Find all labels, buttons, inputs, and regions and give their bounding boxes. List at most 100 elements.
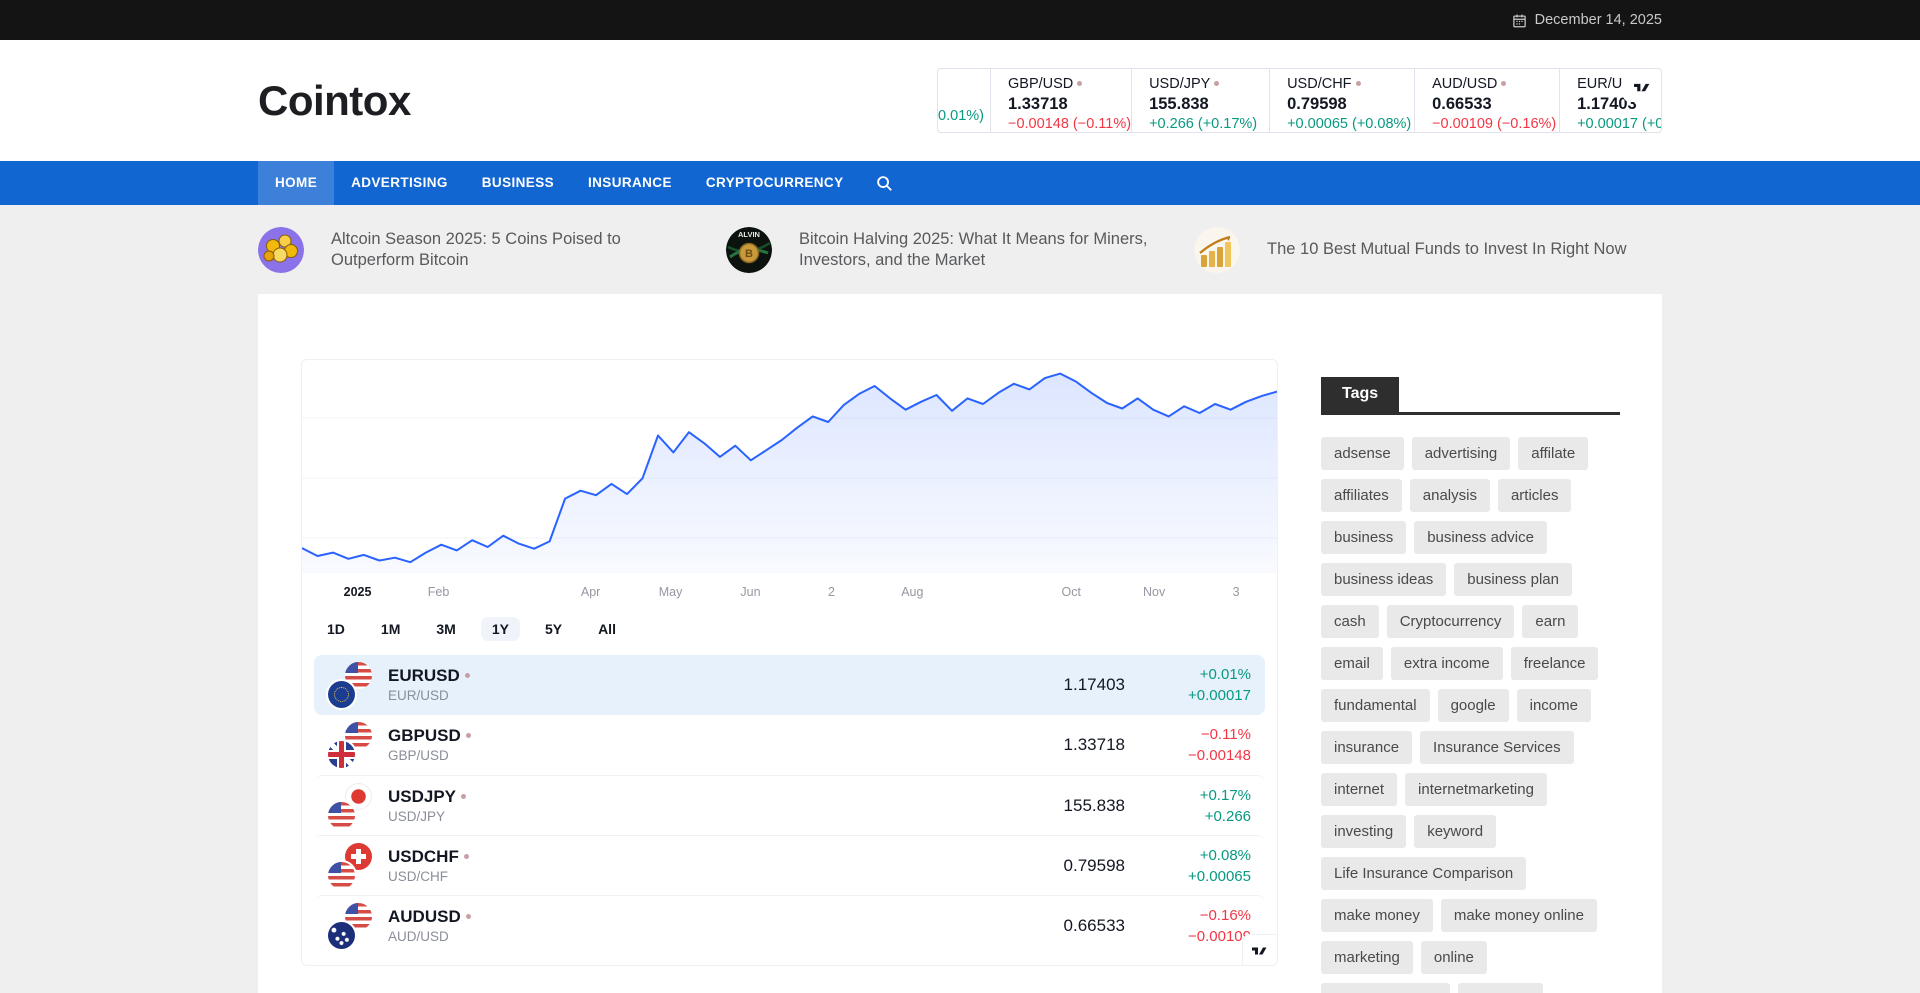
range-button-1d[interactable]: 1D xyxy=(316,617,356,641)
nav-item-business[interactable]: BUSINESS xyxy=(465,161,571,205)
nav-item-cryptocurrency[interactable]: CRYPTOCURRENCY xyxy=(689,161,861,205)
svg-text:B: B xyxy=(745,248,753,260)
tag-pill[interactable]: investing xyxy=(1321,815,1406,848)
ticker-item-audusd[interactable]: AUD/USD 0.66533 −0.00109 (−0.16%) xyxy=(1415,69,1560,132)
tag-pill[interactable]: business ideas xyxy=(1321,563,1446,596)
eur-usd-flags-icon xyxy=(328,662,374,708)
search-icon[interactable] xyxy=(860,161,909,205)
range-button-5y[interactable]: 5Y xyxy=(534,617,573,641)
tag-pill[interactable]: freelance xyxy=(1511,647,1599,680)
tag-pill[interactable]: internetmarketing xyxy=(1405,773,1547,806)
ticker-value: 155.838 xyxy=(1149,94,1269,115)
range-button-1m[interactable]: 1M xyxy=(370,617,411,641)
market-status-dot xyxy=(465,673,470,678)
site-logo[interactable]: Cointox xyxy=(258,77,411,125)
range-button-all[interactable]: All xyxy=(587,617,627,641)
altcoins-thumb xyxy=(258,227,304,273)
x-axis-label: Aug xyxy=(901,585,923,599)
tag-pill[interactable]: income xyxy=(1517,689,1591,722)
pair-row-eurusd[interactable]: EURUSD EUR/USD 1.17403 +0.01%+0.00017 xyxy=(314,655,1265,715)
tag-pill[interactable]: business xyxy=(1321,521,1406,554)
market-status-dot xyxy=(1501,81,1506,86)
range-button-3m[interactable]: 3M xyxy=(425,617,466,641)
tag-pill[interactable]: internet xyxy=(1321,773,1397,806)
x-axis: 2025FebAprMayJun2AugOctNov3 xyxy=(302,581,1277,607)
tag-pill[interactable]: marketing xyxy=(1321,941,1413,974)
tag-pill[interactable]: fundamental xyxy=(1321,689,1430,722)
market-status-dot xyxy=(1214,81,1219,86)
main-card: 2025FebAprMayJun2AugOctNov3 1D 1M 3M 1Y … xyxy=(258,294,1662,993)
nav-item-home[interactable]: HOME xyxy=(258,161,334,205)
tag-pill[interactable]: part time xyxy=(1458,983,1542,993)
tag-pill[interactable]: keyword xyxy=(1414,815,1496,848)
usd-chf-flags-icon xyxy=(328,843,374,889)
news-ticker-item[interactable]: The 10 Best Mutual Funds to Invest In Ri… xyxy=(1194,227,1662,273)
pair-value: 0.79598 xyxy=(975,856,1125,876)
tag-pill[interactable]: Cryptocurrency xyxy=(1387,605,1515,638)
ticker-item-gbpusd[interactable]: GBP/USD 1.33718 −0.00148 (−0.11%) xyxy=(991,69,1132,132)
tags-cloud: adsenseadvertisingaffilate affiliatesanal… xyxy=(1321,437,1620,993)
news-ticker-strip: Altcoin Season 2025: 5 Coins Poised to O… xyxy=(0,205,1920,294)
news-ticker-item[interactable]: Altcoin Season 2025: 5 Coins Poised to O… xyxy=(258,227,726,273)
tag-pill[interactable]: extra income xyxy=(1391,647,1503,680)
ticker-value: 0.79598 xyxy=(1287,94,1414,115)
tag-pill[interactable]: insurance xyxy=(1321,731,1412,764)
tag-pill[interactable]: online xyxy=(1421,941,1487,974)
pair-change-abs: +0.00017 xyxy=(1125,685,1251,706)
site-header: Cointox 0.01%) GBP/USD 1.33718 −0.00148 … xyxy=(0,40,1920,161)
pair-row-audusd[interactable]: AUDUSD AUD/USD 0.66533 −0.16%−0.00109 xyxy=(314,895,1265,955)
news-ticker-title[interactable]: Altcoin Season 2025: 5 Coins Poised to O… xyxy=(331,229,703,271)
tag-pill[interactable]: google xyxy=(1438,689,1509,722)
time-range-buttons: 1D 1M 3M 1Y 5Y All xyxy=(302,607,1277,649)
tag-pill[interactable]: email xyxy=(1321,647,1383,680)
x-axis-label: 2 xyxy=(828,585,835,599)
tag-pill[interactable]: advertising xyxy=(1412,437,1511,470)
tag-pill[interactable]: Insurance Services xyxy=(1420,731,1574,764)
tag-pill[interactable]: earn xyxy=(1522,605,1578,638)
x-axis-label: Feb xyxy=(428,585,450,599)
pair-list: EURUSD EUR/USD 1.17403 +0.01%+0.00017 GB… xyxy=(302,649,1277,965)
market-status-dot xyxy=(1077,81,1082,86)
range-button-1y[interactable]: 1Y xyxy=(481,617,520,641)
news-ticker-title[interactable]: Bitcoin Halving 2025: What It Means for … xyxy=(799,229,1171,271)
ticker-item-usdchf[interactable]: USD/CHF 0.79598 +0.00065 (+0.08%) xyxy=(1270,69,1415,132)
tag-pill[interactable]: business advice xyxy=(1414,521,1547,554)
gold-bars-thumb xyxy=(1194,227,1240,273)
tradingview-logo[interactable] xyxy=(1623,72,1661,102)
x-axis-label: Nov xyxy=(1143,585,1165,599)
ticker-item-usdjpy[interactable]: USD/JPY 155.838 +0.266 (+0.17%) xyxy=(1132,69,1270,132)
tag-pill[interactable]: Life Insurance Comparison xyxy=(1321,857,1526,890)
tradingview-logo[interactable] xyxy=(1242,934,1278,966)
ticker-change: +0.00065 (+0.08%) xyxy=(1287,115,1414,133)
pair-value: 1.17403 xyxy=(975,675,1125,695)
pair-row-gbpusd[interactable]: GBPUSD GBP/USD 1.33718 −0.11%−0.00148 xyxy=(314,715,1265,775)
ticker-value: 1.33718 xyxy=(1008,94,1131,115)
news-ticker-title[interactable]: The 10 Best Mutual Funds to Invest In Ri… xyxy=(1267,239,1627,260)
market-status-dot xyxy=(466,733,471,738)
market-status-dot xyxy=(461,794,466,799)
aud-usd-flags-icon xyxy=(328,903,374,949)
tradingview-chart-widget: 2025FebAprMayJun2AugOctNov3 1D 1M 3M 1Y … xyxy=(301,359,1278,966)
pair-row-usdjpy[interactable]: USDJPY USD/JPY 155.838 +0.17%+0.266 xyxy=(314,775,1265,835)
tag-pill[interactable]: affiliates xyxy=(1321,479,1402,512)
pair-value: 1.33718 xyxy=(975,735,1125,755)
nav-item-advertising[interactable]: ADVERTISING xyxy=(334,161,465,205)
tag-pill[interactable]: articles xyxy=(1498,479,1572,512)
tag-pill[interactable]: analysis xyxy=(1410,479,1490,512)
price-chart[interactable] xyxy=(302,360,1277,581)
tag-pill[interactable]: adsense xyxy=(1321,437,1404,470)
nav-item-insurance[interactable]: INSURANCE xyxy=(571,161,689,205)
news-ticker-item[interactable]: BALVIN Bitcoin Halving 2025: What It Mea… xyxy=(726,227,1194,273)
calendar-icon xyxy=(1512,13,1527,28)
x-axis-label: 3 xyxy=(1233,585,1240,599)
tag-pill[interactable]: cash xyxy=(1321,605,1379,638)
tag-pill[interactable]: affilate xyxy=(1518,437,1588,470)
tag-pill[interactable]: online business xyxy=(1321,983,1450,993)
page-body: 2025FebAprMayJun2AugOctNov3 1D 1M 3M 1Y … xyxy=(0,294,1920,993)
tag-pill[interactable]: make money online xyxy=(1441,899,1597,932)
tag-pill[interactable]: make money xyxy=(1321,899,1433,932)
pair-name: USDCHF xyxy=(388,847,459,866)
ticker-change: −0.00148 (−0.11%) xyxy=(1008,115,1131,133)
pair-row-usdchf[interactable]: USDCHF USD/CHF 0.79598 +0.08%+0.00065 xyxy=(314,835,1265,895)
tag-pill[interactable]: business plan xyxy=(1454,563,1572,596)
